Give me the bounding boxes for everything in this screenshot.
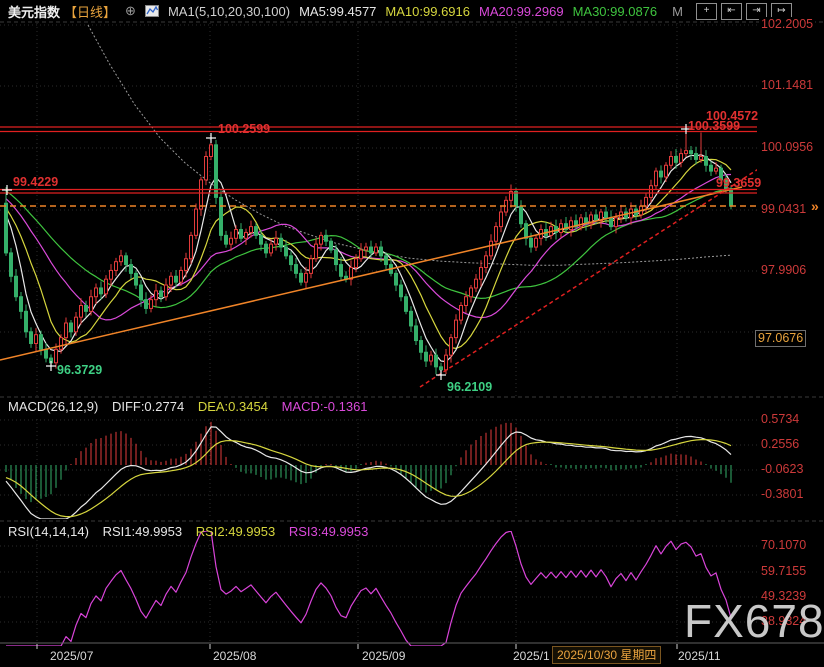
pan-icon[interactable]: + xyxy=(696,3,717,20)
rsi-params-label: RSI(14,14,14) xyxy=(8,524,89,539)
macd-pane-header: MACD(26,12,9) DIFF:0.2774 DEA:0.3454 MAC… xyxy=(8,399,378,414)
chart-type-icon[interactable] xyxy=(145,5,159,17)
ma30-value: MA30:99.0876 xyxy=(573,4,658,19)
rsi2-value: RSI2:49.9953 xyxy=(196,524,276,539)
rsi-pane-header: RSI(14,14,14) RSI1:49.9953 RSI2:49.9953 … xyxy=(8,524,378,539)
mode-label[interactable]: M xyxy=(672,4,683,19)
jump-latest-icon[interactable]: ↦ xyxy=(771,3,792,20)
add-indicator-icon[interactable]: ⊕ xyxy=(125,3,136,19)
macd-value: MACD:-0.1361 xyxy=(282,399,368,414)
macd-diff-value: DIFF:0.2774 xyxy=(112,399,184,414)
page-title: 美元指数 xyxy=(8,2,60,21)
svg-text:»: » xyxy=(811,198,819,214)
watermark: FX678 xyxy=(684,594,824,648)
rsi3-value: RSI3:49.9953 xyxy=(289,524,369,539)
chart-canvas[interactable]: » xyxy=(0,0,824,667)
scroll-left-icon[interactable]: ⇤ xyxy=(721,3,742,20)
scroll-right-icon[interactable]: ⇥ xyxy=(746,3,767,20)
period-label: 【日线】 xyxy=(64,2,116,21)
chart-toolbar: +⇤⇥↦ xyxy=(696,3,792,20)
ma5-value: MA5:99.4577 xyxy=(299,4,376,19)
ma-settings-label: MA1(5,10,20,30,100) xyxy=(168,4,290,19)
chart-window: » 美元指数 【日线】 ⊕ MA1(5,10,20,30,100) MA5:99… xyxy=(0,0,824,667)
macd-params-label: MACD(26,12,9) xyxy=(8,399,98,414)
macd-dea-value: DEA:0.3454 xyxy=(198,399,268,414)
ma10-value: MA10:99.6916 xyxy=(385,4,470,19)
rsi1-value: RSI1:49.9953 xyxy=(103,524,183,539)
ma20-value: MA20:99.2969 xyxy=(479,4,564,19)
